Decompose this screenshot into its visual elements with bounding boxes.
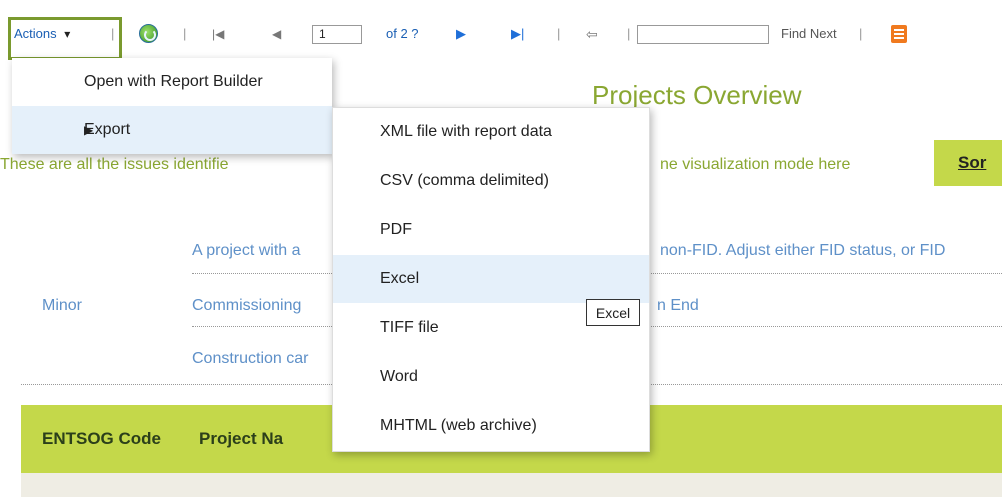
tooltip: Excel: [586, 299, 640, 326]
menu-item-label: Open with Report Builder: [84, 73, 263, 90]
export-submenu: XML file with report data CSV (comma del…: [332, 107, 650, 452]
menu-item-label: Word: [380, 368, 418, 385]
export-excel[interactable]: Excel: [333, 255, 649, 303]
issue-line-left: A project with a: [192, 242, 301, 259]
menu-item-label: XML file with report data: [380, 123, 552, 140]
menu-item-label: TIFF file: [380, 319, 439, 336]
chevron-down-icon: ▾: [64, 27, 71, 41]
actions-menu-button[interactable]: Actions ▾: [14, 17, 70, 51]
issue-line-right: n End: [657, 297, 699, 314]
actions-dropdown-menu: Open with Report Builder Export ▶: [12, 58, 332, 154]
export-xml[interactable]: XML file with report data: [333, 108, 649, 156]
export-word[interactable]: Word: [333, 353, 649, 401]
report-description-right: ne visualization mode here: [660, 156, 851, 173]
find-text-input[interactable]: [637, 25, 769, 44]
export-mhtml[interactable]: MHTML (web archive): [333, 402, 649, 450]
issue-line-left: Construction car: [192, 350, 309, 367]
toolbar-separator: |: [183, 26, 187, 41]
menu-item-open-report-builder[interactable]: Open with Report Builder: [12, 58, 332, 106]
menu-item-label: PDF: [380, 221, 412, 238]
issue-line-right: non-FID. Adjust either FID status, or FI…: [660, 242, 946, 259]
toolbar-separator: |: [557, 26, 561, 41]
export-pdf[interactable]: PDF: [333, 206, 649, 254]
severity-label: Minor: [42, 297, 83, 314]
table-header-project-name[interactable]: Project Na: [199, 429, 283, 449]
page-number-input[interactable]: 1: [312, 25, 362, 44]
table-row: [21, 473, 1002, 497]
menu-item-label: Excel: [380, 270, 420, 287]
export-csv[interactable]: CSV (comma delimited): [333, 157, 649, 205]
chevron-right-icon: ▶: [84, 123, 94, 137]
actions-label: Actions: [14, 26, 57, 41]
page-of-label: of 2 ?: [386, 26, 419, 41]
menu-item-export[interactable]: Export ▶: [12, 106, 332, 154]
refresh-icon[interactable]: [139, 24, 158, 43]
find-next-link[interactable]: Find Next: [781, 17, 837, 51]
sort-button[interactable]: Sor: [934, 140, 1002, 186]
menu-item-label: MHTML (web archive): [380, 417, 537, 434]
report-toolbar: Actions ▾ | | |◀ ◀ 1 of 2 ? ▶ ▶| | ⇦ | F…: [0, 17, 1002, 60]
toolbar-separator: |: [111, 26, 115, 41]
menu-item-label: CSV (comma delimited): [380, 172, 549, 189]
issue-line-left: Commissioning: [192, 297, 302, 314]
back-icon[interactable]: ⇦: [586, 17, 598, 51]
toolbar-separator: |: [627, 26, 631, 41]
next-page-icon[interactable]: ▶: [456, 17, 466, 51]
report-description-left: These are all the issues identifie: [0, 156, 229, 173]
table-header-entsog-code[interactable]: ENTSOG Code: [42, 429, 161, 449]
sort-button-label: Sor: [958, 153, 987, 172]
toolbar-separator: |: [859, 26, 863, 41]
previous-page-icon[interactable]: ◀: [272, 17, 281, 51]
report-icon[interactable]: [891, 25, 907, 43]
first-page-icon[interactable]: |◀: [212, 17, 224, 51]
last-page-icon[interactable]: ▶|: [511, 17, 524, 51]
